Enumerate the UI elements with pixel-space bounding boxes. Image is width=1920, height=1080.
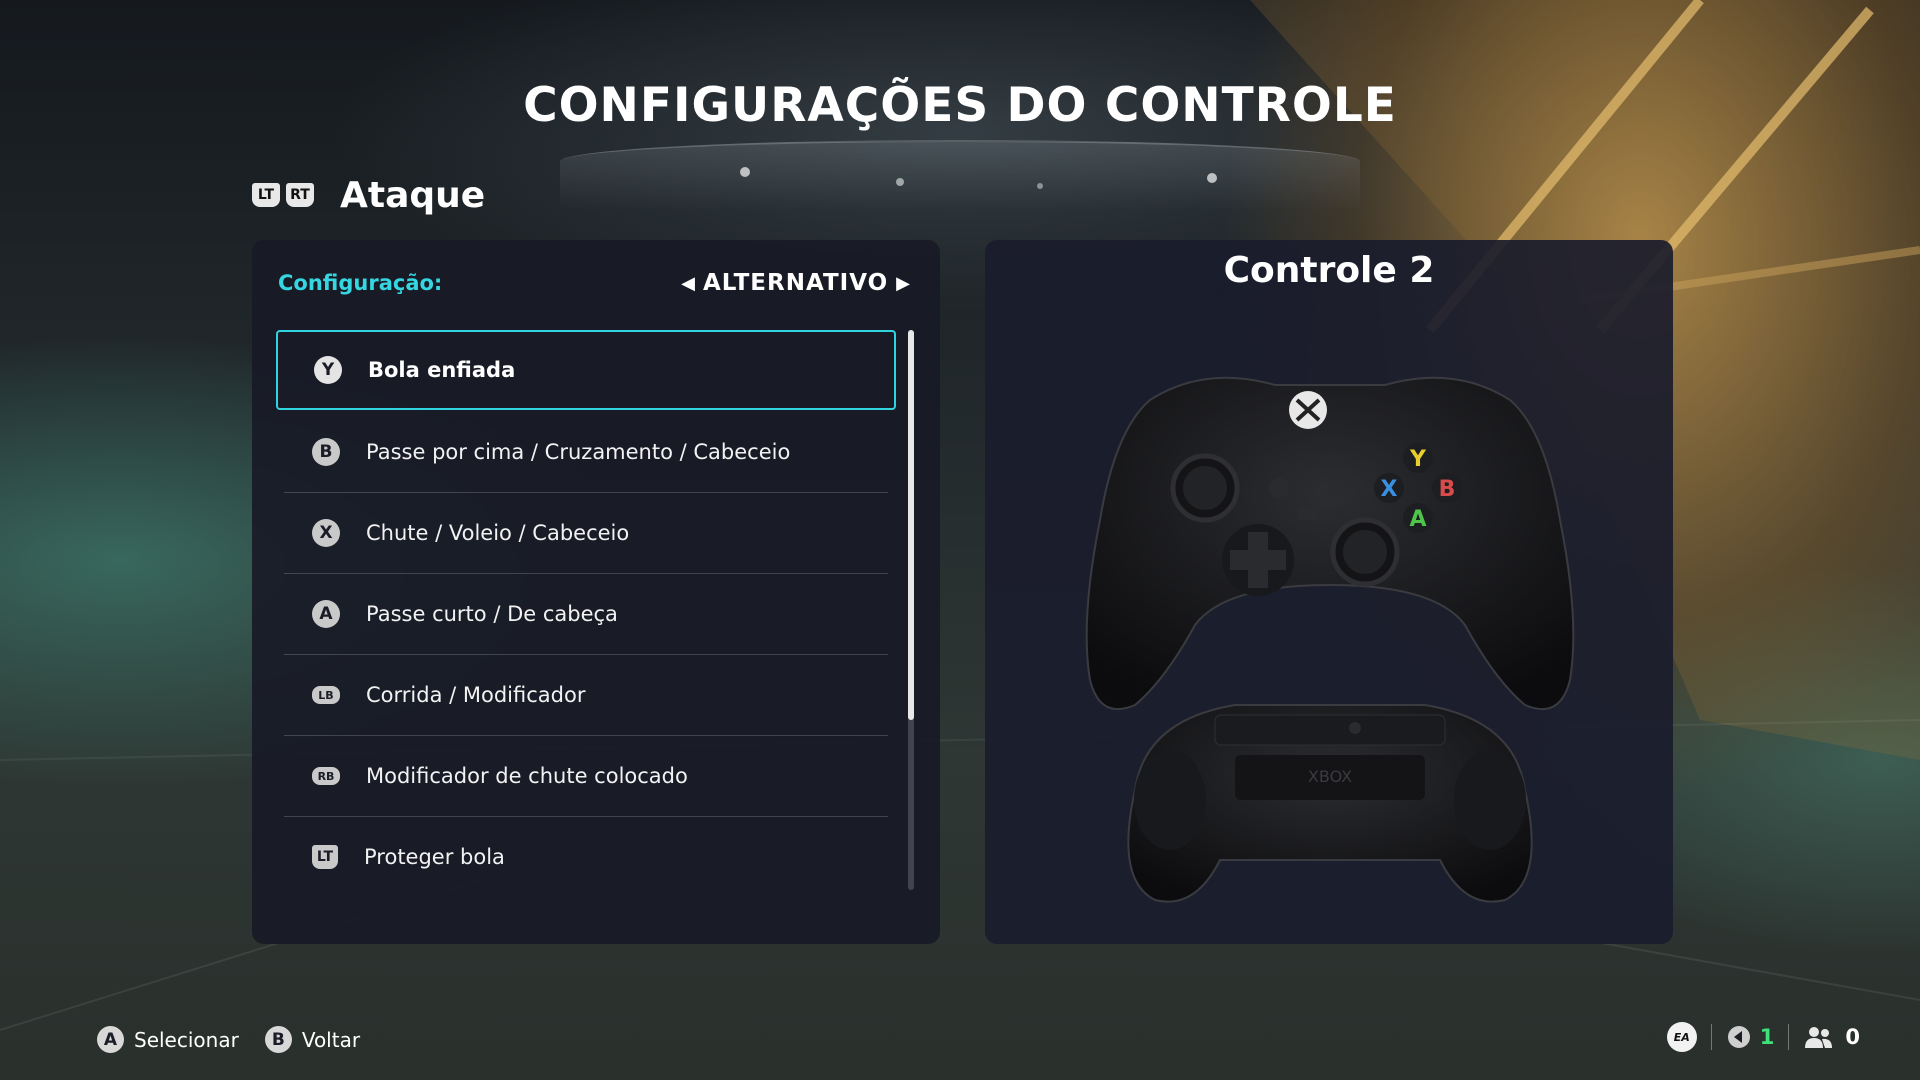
bindings-list: Y Bola enfiada B Passe por cima / Cruzam…	[276, 330, 896, 897]
lt-trigger-icon: LT	[312, 845, 338, 869]
y-button-icon: Y	[314, 356, 342, 384]
player-icon	[1727, 1026, 1750, 1048]
b-button-icon: B	[264, 1026, 292, 1053]
configuration-value-wrap: ◀ ALTERNATIVO ▶	[673, 270, 918, 296]
bindings-scrollbar[interactable]	[908, 330, 914, 890]
select-label: Selecionar	[134, 1027, 239, 1052]
binding-label: Proteger bola	[364, 845, 505, 869]
binding-item-passe-curto[interactable]: A Passe curto / De cabeça	[284, 574, 888, 655]
lt-trigger-icon[interactable]: LT	[252, 183, 280, 207]
configuration-label: Configuração:	[278, 271, 443, 295]
friends-count: 0	[1845, 1025, 1860, 1049]
configuration-value: ALTERNATIVO	[702, 270, 889, 296]
binding-label: Passe por cima / Cruzamento / Cabeceio	[366, 440, 791, 464]
a-button-icon: A	[97, 1026, 124, 1053]
rt-trigger-icon[interactable]: RT	[286, 183, 314, 207]
previous-arrow-icon[interactable]: ◀	[673, 273, 703, 294]
scrollbar-thumb[interactable]	[908, 330, 914, 720]
binding-item-proteger-bola[interactable]: LT Proteger bola	[284, 817, 888, 897]
rb-button-icon: RB	[312, 767, 340, 785]
stadium-roof	[560, 140, 1360, 212]
binding-label: Bola enfiada	[368, 358, 516, 382]
svg-text:XBOX: XBOX	[1308, 767, 1352, 786]
back-hint[interactable]: B Voltar	[264, 1026, 361, 1053]
svg-text:A: A	[1409, 507, 1426, 532]
lb-button-icon: LB	[312, 686, 340, 704]
binding-item-chute-colocado[interactable]: RB Modificador de chute colocado	[284, 736, 888, 817]
ea-logo-icon: EA	[1666, 1022, 1697, 1052]
xbox-controller-image: Y X B A XBOX	[1085, 376, 1575, 903]
select-hint[interactable]: A Selecionar	[97, 1026, 239, 1053]
binding-label: Corrida / Modificador	[366, 683, 586, 707]
binding-label: Chute / Voleio / Cabeceio	[366, 521, 630, 545]
svg-text:Y: Y	[1409, 447, 1427, 472]
configuration-selector[interactable]: Configuração: ◀ ALTERNATIVO ▶	[278, 258, 918, 308]
binding-item-passe-por-cima[interactable]: B Passe por cima / Cruzamento / Cabeceio	[284, 412, 888, 493]
bindings-panel: Configuração: ◀ ALTERNATIVO ▶ Y Bola enf…	[252, 240, 940, 944]
binding-label: Modificador de chute colocado	[366, 764, 688, 788]
friends-icon	[1805, 1027, 1833, 1048]
b-button-icon: B	[312, 438, 340, 466]
svg-text:B: B	[1439, 477, 1456, 502]
section-header: LT RT Ataque	[252, 170, 485, 220]
binding-item-corrida[interactable]: LB Corrida / Modificador	[284, 655, 888, 736]
binding-item-bola-enfiada[interactable]: Y Bola enfiada	[276, 330, 896, 410]
section-title: Ataque	[340, 174, 486, 216]
divider	[1788, 1024, 1790, 1050]
controller-panel: Controle 2 Y X B A XBOX	[985, 240, 1673, 944]
footer-hints: A Selecionar B Voltar	[97, 1026, 386, 1053]
next-arrow-icon[interactable]: ▶	[888, 273, 918, 294]
divider	[1710, 1024, 1712, 1050]
binding-item-chute[interactable]: X Chute / Voleio / Cabeceio	[284, 493, 888, 574]
page-title: CONFIGURAÇÕES DO CONTROLE	[523, 78, 1397, 133]
controller-title: Controle 2	[1223, 250, 1435, 291]
svg-text:X: X	[1381, 477, 1398, 502]
a-button-icon: A	[312, 600, 340, 628]
binding-label: Passe curto / De cabeça	[366, 602, 618, 626]
status-bar: EA 1 0	[1666, 1022, 1860, 1052]
player-count: 1	[1759, 1025, 1775, 1049]
x-button-icon: X	[312, 519, 340, 547]
back-label: Voltar	[301, 1027, 361, 1052]
